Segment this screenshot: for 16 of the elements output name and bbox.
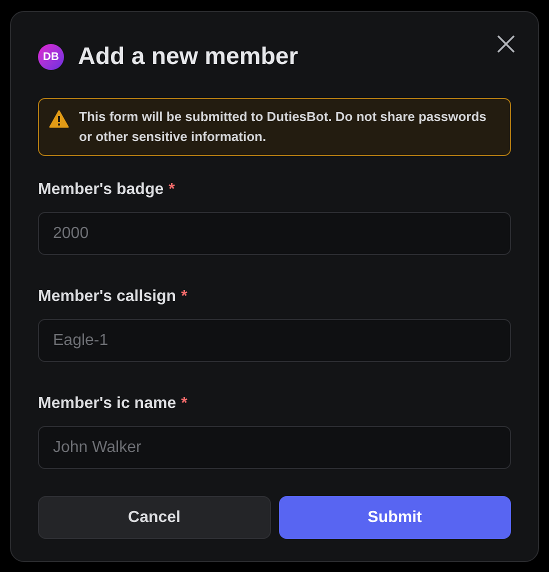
dialog-title: Add a new member <box>78 42 298 72</box>
required-mark: * <box>181 394 188 414</box>
field-label: Member's badge <box>38 180 164 200</box>
input-field[interactable]: John Walker <box>38 426 511 469</box>
input-field[interactable]: Eagle-1 <box>38 319 511 362</box>
required-mark: * <box>168 180 175 200</box>
field-label: Member's ic name <box>38 394 176 414</box>
logo-icon: DB <box>38 44 64 70</box>
required-mark: * <box>181 287 188 307</box>
warning-icon <box>49 110 69 128</box>
submit-button[interactable]: Submit <box>278 496 511 539</box>
input-field[interactable]: 2000 <box>38 212 511 255</box>
close-icon <box>497 35 515 53</box>
cancel-button[interactable]: Cancel <box>38 496 270 539</box>
field-label: Member's callsign <box>38 287 176 307</box>
warning-text: This form will be submitted to DutiesBot. Do not share passwords or other sensitive information. <box>79 108 488 146</box>
